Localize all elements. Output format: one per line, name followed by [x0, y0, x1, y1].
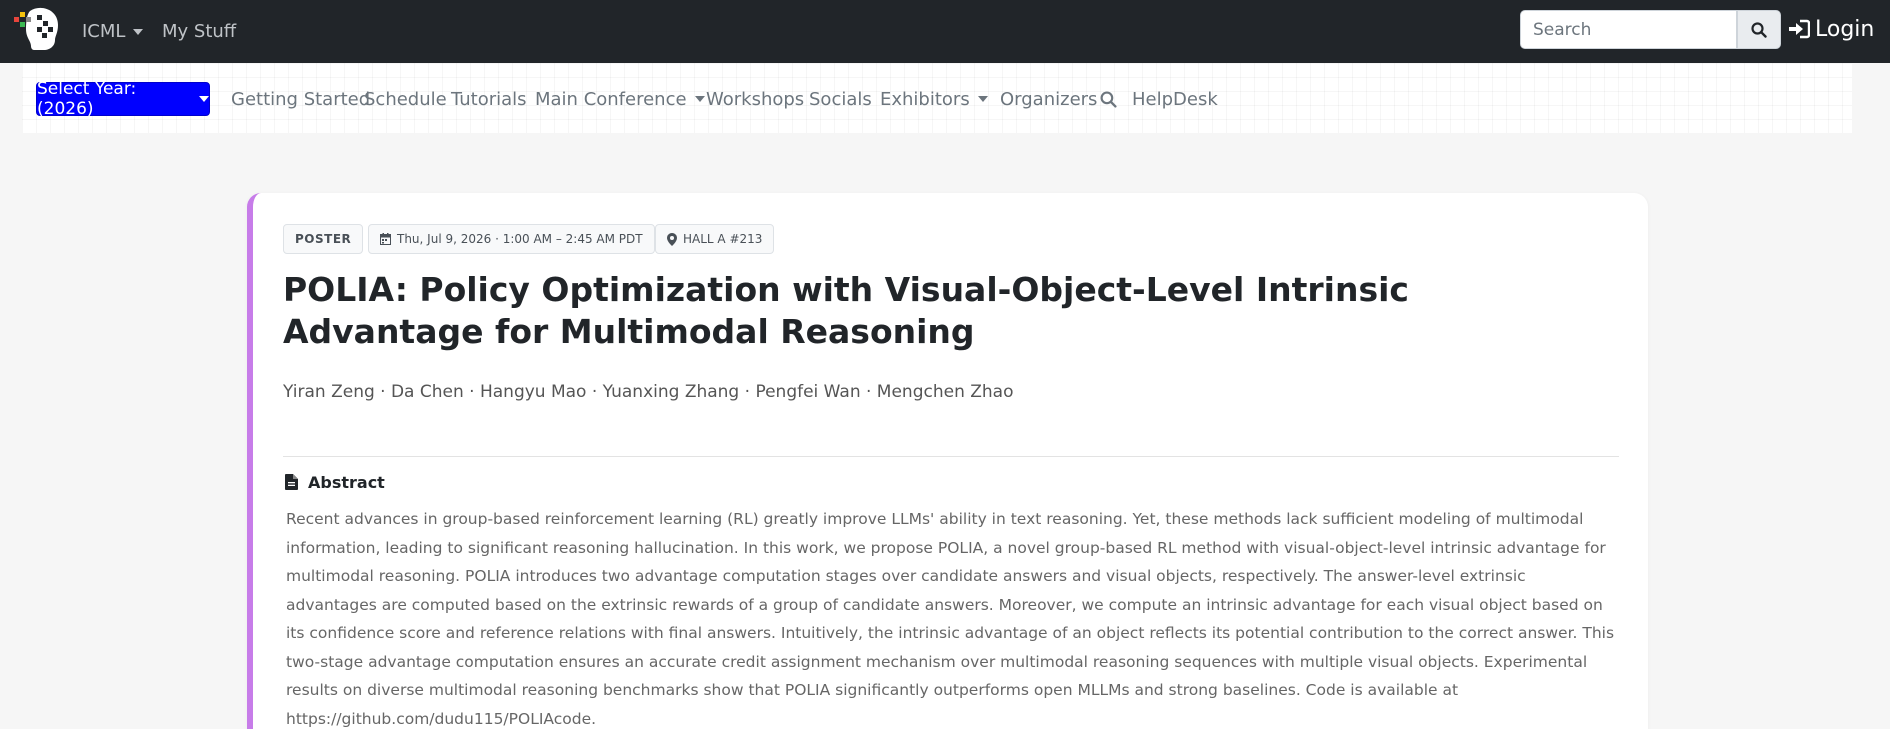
login-link[interactable]: Login [1788, 0, 1874, 58]
nav-label: Main Conference [535, 88, 687, 110]
my-stuff-label: My Stuff [162, 21, 237, 42]
nav-helpdesk[interactable]: HelpDesk [1132, 82, 1218, 116]
chevron-down-icon [199, 96, 209, 102]
search-input[interactable] [1520, 10, 1737, 49]
type-tag-label: POSTER [295, 232, 352, 246]
section-divider [283, 456, 1619, 457]
year-select-label: Select Year: (2026) [37, 79, 137, 119]
nav-label: Schedule [364, 88, 447, 110]
search-button[interactable] [1737, 10, 1781, 49]
sign-in-icon [1789, 19, 1810, 39]
nav-organizers[interactable]: Organizers [1000, 82, 1097, 116]
search-icon [1100, 91, 1117, 108]
nav-label: Getting Started [231, 88, 371, 110]
chevron-down-icon [133, 28, 144, 35]
nav-label: Organizers [1000, 88, 1098, 110]
poster-type-badge: POSTER [283, 224, 364, 254]
nav-getting-started[interactable]: Getting Started [231, 82, 370, 116]
chevron-down-icon [694, 96, 705, 102]
search-icon [1751, 21, 1767, 38]
map-marker-icon [667, 232, 677, 246]
abstract-heading-label: Abstract [308, 472, 385, 492]
location-label: HALL A #213 [683, 232, 763, 246]
nav-label: Exhibitors [880, 88, 970, 110]
conference-menu-dropdown[interactable]: ICML [82, 0, 144, 63]
nav-socials[interactable]: Socials [809, 82, 872, 116]
datetime-label: Thu, Jul 9, 2026 · 1:00 AM – 2:45 AM PDT [397, 232, 643, 246]
nav-workshops[interactable]: Workshops [706, 82, 804, 116]
document-icon [285, 474, 298, 490]
nav-search-icon-button[interactable] [1100, 82, 1117, 116]
paper-title: POLIA: Policy Optimization with Visual-O… [283, 270, 1409, 351]
abstract-text: Recent advances in group-based reinforce… [286, 510, 1615, 728]
nav-exhibitors[interactable]: Exhibitors [880, 82, 988, 116]
abstract-heading: Abstract [285, 470, 385, 494]
nav-label: Tutorials [451, 88, 527, 110]
nav-schedule[interactable]: Schedule [364, 82, 447, 116]
year-select-button[interactable]: Select Year: (2026) [36, 79, 210, 119]
conference-logo-icon[interactable] [12, 5, 62, 55]
location-badge: HALL A #213 [655, 224, 775, 254]
login-label: Login [1815, 16, 1875, 42]
top-navbar: ICML My Stuff Login [0, 0, 1890, 63]
my-stuff-link[interactable]: My Stuff [162, 0, 236, 63]
calendar-icon [380, 233, 391, 245]
nav-main-conference[interactable]: Main Conference [535, 82, 705, 116]
conference-menu-label: ICML [82, 21, 126, 42]
nav-tutorials[interactable]: Tutorials [451, 82, 527, 116]
nav-label: Socials [809, 88, 872, 110]
nav-label: HelpDesk [1132, 88, 1218, 110]
chevron-down-icon [977, 96, 988, 102]
paper-authors: Yiran Zeng · Da Chen · Hangyu Mao · Yuan… [283, 382, 1014, 402]
nav-label: Workshops [706, 88, 805, 110]
datetime-badge: Thu, Jul 9, 2026 · 1:00 AM – 2:45 AM PDT [368, 224, 655, 254]
